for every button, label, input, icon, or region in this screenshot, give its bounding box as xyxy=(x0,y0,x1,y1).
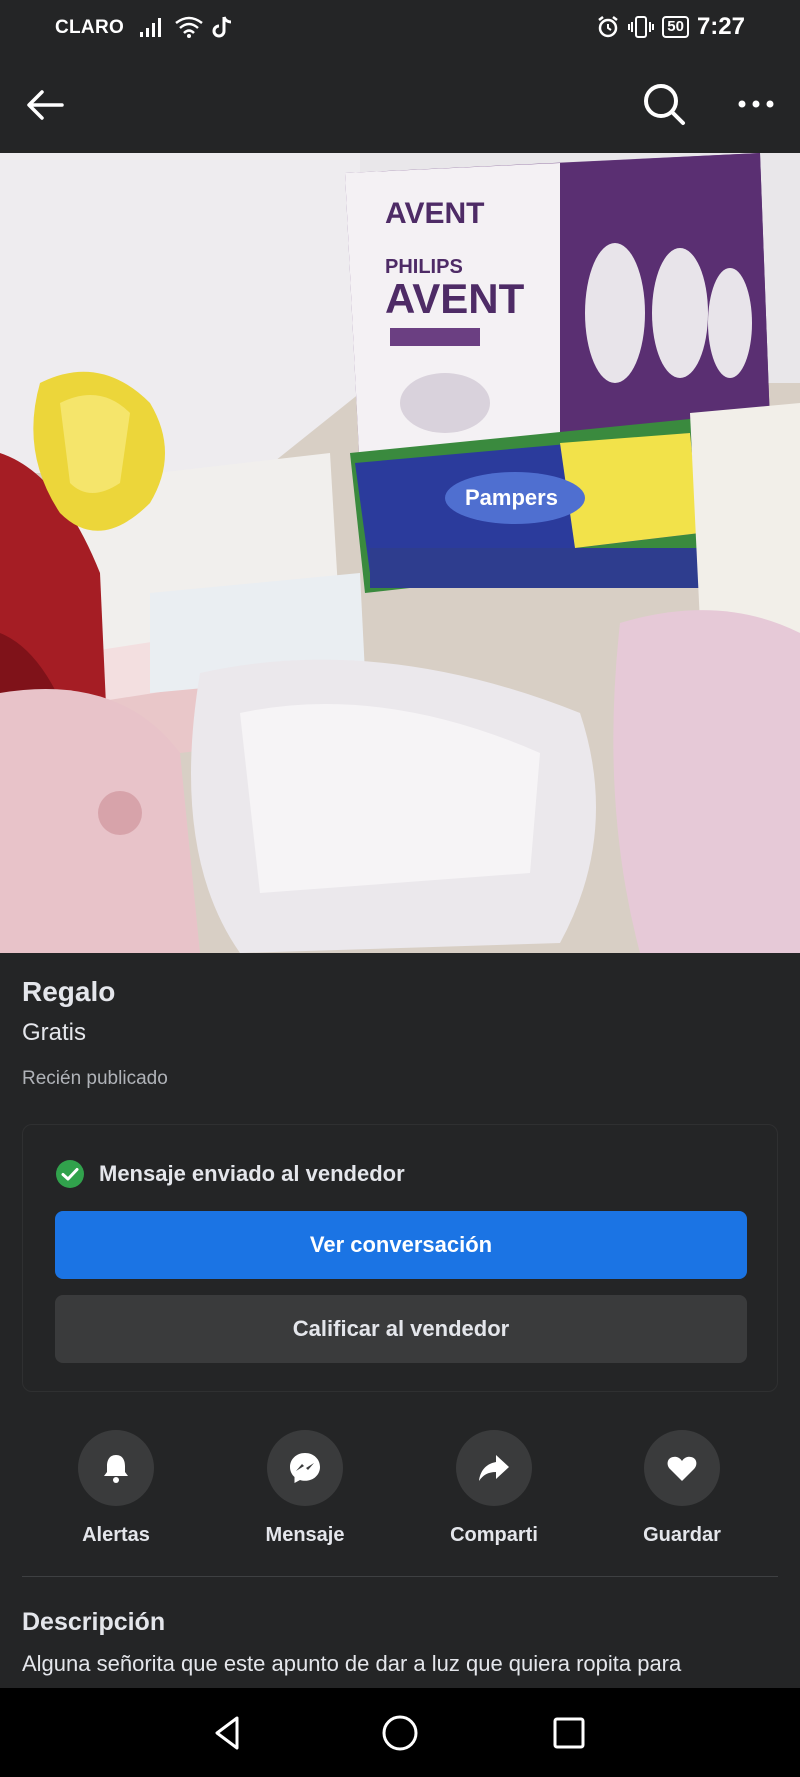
battery-icon: 50 xyxy=(662,16,689,38)
message-button[interactable] xyxy=(267,1430,343,1506)
message-sent-text: Mensaje enviado al vendedor xyxy=(99,1161,405,1186)
bell-icon xyxy=(104,1455,128,1483)
more-icon[interactable] xyxy=(732,86,780,122)
message-label: Mensaje xyxy=(265,1524,345,1546)
vibrate-icon xyxy=(628,16,655,38)
message-sent-card: Mensaje enviado al vendedor Ver conversa… xyxy=(22,1124,778,1392)
save-button[interactable] xyxy=(644,1430,720,1506)
share-label: Comparti xyxy=(450,1524,538,1546)
check-circle-icon xyxy=(56,1160,84,1188)
home-circle-icon[interactable] xyxy=(377,1710,423,1756)
alerts-button[interactable] xyxy=(78,1430,154,1506)
action-row: Alertas Mensaje Comparti Guardar xyxy=(0,1430,800,1550)
alerts-label: Alertas xyxy=(82,1524,150,1546)
listing-price: Gratis xyxy=(22,1019,87,1046)
signal-icon xyxy=(140,18,161,37)
tiktok-icon xyxy=(212,16,232,38)
search-icon[interactable] xyxy=(640,80,688,128)
heart-icon xyxy=(667,1456,697,1481)
description-heading: Descripción xyxy=(22,1608,166,1636)
app-bar xyxy=(0,56,800,152)
description-text: Alguna señorita que este apunto de dar a… xyxy=(22,1651,682,1676)
back-arrow-icon[interactable] xyxy=(22,82,68,128)
status-bar: CLARO 50 7:27 xyxy=(0,0,800,56)
wifi-icon xyxy=(175,16,203,38)
rate-seller-button[interactable]: Calificar al vendedor xyxy=(55,1295,747,1363)
save-label: Guardar xyxy=(643,1524,721,1546)
status-icons-left xyxy=(140,12,234,42)
clock: 7:27 xyxy=(696,13,745,40)
alerts-action[interactable]: Alertas xyxy=(36,1430,196,1547)
save-action[interactable]: Guardar xyxy=(602,1430,762,1547)
view-conversation-button[interactable]: Ver conversación xyxy=(55,1211,747,1279)
listing-photo-illustration: AVENT PHILIPS AVENT Pampers xyxy=(0,153,800,953)
back-triangle-icon[interactable] xyxy=(205,1710,251,1756)
messenger-icon xyxy=(290,1453,320,1483)
system-nav-bar xyxy=(0,1688,800,1777)
carrier-label: CLARO xyxy=(55,17,125,38)
listing-photo[interactable]: AVENT PHILIPS AVENT Pampers xyxy=(0,153,800,953)
share-button[interactable] xyxy=(456,1430,532,1506)
share-action[interactable]: Comparti xyxy=(414,1430,574,1547)
photo-wipes-label: Pampers xyxy=(465,485,558,510)
message-sent-row: Mensaje enviado al vendedor xyxy=(55,1159,405,1189)
recents-square-icon[interactable] xyxy=(546,1710,592,1756)
message-action[interactable]: Mensaje xyxy=(225,1430,385,1547)
posted-time: Recién publicado xyxy=(22,1068,168,1089)
share-icon xyxy=(479,1455,509,1481)
alarm-icon xyxy=(598,16,619,38)
photo-brand-main: AVENT xyxy=(385,275,525,322)
section-divider xyxy=(22,1576,778,1577)
photo-brand-top: AVENT xyxy=(385,197,484,230)
status-icons-right: 50 7:27 xyxy=(596,12,745,42)
listing-title: Regalo xyxy=(22,976,116,1007)
